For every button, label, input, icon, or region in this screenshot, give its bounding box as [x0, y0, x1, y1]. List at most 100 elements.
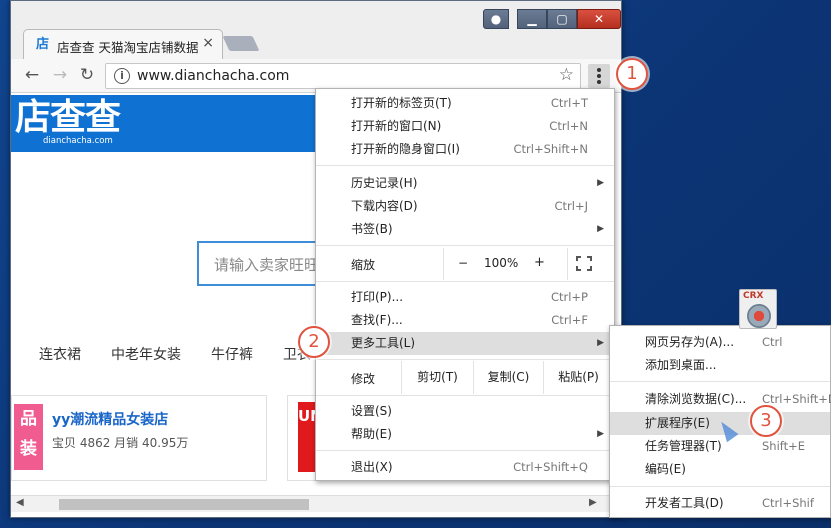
copy-button[interactable]: 复制(C): [473, 361, 543, 394]
menu-divider: [316, 281, 614, 282]
menu-item-label: 书签(B): [351, 222, 393, 236]
menu-item-label: 设置(S): [351, 404, 392, 418]
fullscreen-icon[interactable]: [576, 256, 592, 271]
maximize-button[interactable]: ▢: [547, 9, 577, 29]
menu-item-history[interactable]: 历史记录(H) ▶: [316, 172, 614, 195]
shop-name[interactable]: yy潮流精品女装店: [52, 409, 168, 429]
forward-arrow-icon[interactable]: →: [49, 64, 71, 86]
menu-item-downloads[interactable]: 下载内容(D) Ctrl+J: [316, 195, 614, 218]
step-badge-3: 3: [750, 405, 782, 437]
submenu-arrow-icon: ▶: [597, 429, 604, 439]
submenu-item-task-manager[interactable]: 任务管理器(T) Shift+E: [610, 435, 830, 458]
menu-item-label: 打开新的标签页(T): [351, 96, 452, 110]
menu-dot-icon: [597, 68, 601, 72]
category-link[interactable]: 连衣裙: [39, 344, 81, 364]
submenu-arrow-icon: ▶: [597, 224, 604, 234]
menu-divider: [316, 395, 614, 396]
menu-item-label: 查找(F)...: [351, 313, 403, 327]
menu-item-label: 添加到桌面...: [645, 358, 717, 372]
new-tab-button[interactable]: [222, 36, 260, 51]
site-info-icon[interactable]: i: [114, 68, 130, 84]
back-arrow-icon[interactable]: ←: [21, 64, 43, 86]
scroll-right-icon[interactable]: ▶: [589, 497, 597, 508]
menu-item-new-tab[interactable]: 打开新的标签页(T) Ctrl+T: [316, 92, 614, 115]
address-bar[interactable]: i www.dianchacha.com ☆: [105, 63, 581, 89]
site-logo-subtitle: dianchacha.com: [43, 136, 113, 146]
menu-item-label: 打开新的窗口(N): [351, 119, 442, 133]
reload-icon[interactable]: ↻: [76, 64, 98, 86]
menu-edit-row: 修改 剪切(T) 复制(C) 粘贴(P): [316, 361, 614, 394]
title-bar: ● ▁ ▢ ✕ 店 店查查 天猫淘宝店铺数据 ×: [11, 1, 621, 59]
menu-dot-icon: [597, 80, 601, 84]
close-window-button[interactable]: ✕: [577, 9, 621, 29]
seller-search-input[interactable]: 请输入卖家旺旺: [197, 241, 323, 286]
zoom-control: − 100% +: [443, 248, 568, 280]
menu-item-settings[interactable]: 设置(S): [316, 400, 614, 423]
menu-item-shortcut: Shift+E: [762, 439, 806, 453]
submenu-item-save-page[interactable]: 网页另存为(A)... Ctrl: [610, 331, 830, 354]
menu-item-exit[interactable]: 退出(X) Ctrl+Shift+Q: [316, 456, 614, 479]
site-favicon-icon: 店: [36, 37, 50, 52]
bookmark-star-icon[interactable]: ☆: [559, 65, 574, 85]
menu-item-label: 编码(E): [645, 462, 686, 476]
submenu-item-clear-data[interactable]: 清除浏览数据(C)... Ctrl+Shift+D: [610, 388, 831, 411]
submenu-item-add-to-desktop[interactable]: 添加到桌面...: [610, 354, 830, 377]
menu-item-incognito[interactable]: 打开新的隐身窗口(I) Ctrl+Shift+N: [316, 138, 614, 161]
chrome-main-menu: 打开新的标签页(T) Ctrl+T 打开新的窗口(N) Ctrl+N 打开新的隐…: [315, 88, 615, 481]
menu-item-label: 清除浏览数据(C)...: [645, 392, 747, 406]
search-placeholder: 请输入卖家旺旺: [214, 256, 320, 274]
zoom-out-button[interactable]: −: [458, 256, 468, 270]
menu-item-shortcut: Ctrl: [762, 335, 783, 349]
menu-item-shortcut: Ctrl+Shif: [762, 496, 814, 510]
browser-tab[interactable]: 店 店查查 天猫淘宝店铺数据 ×: [23, 29, 223, 59]
menu-item-bookmarks[interactable]: 书签(B) ▶: [316, 218, 614, 241]
menu-item-label: 扩展程序(E): [645, 416, 710, 430]
chrome-menu-button[interactable]: [588, 64, 610, 88]
step-badge-1: 1: [616, 58, 648, 90]
menu-item-new-window[interactable]: 打开新的窗口(N) Ctrl+N: [316, 115, 614, 138]
menu-zoom-row: 缩放 − 100% +: [316, 248, 614, 280]
menu-item-shortcut: Ctrl+Shift+N: [513, 142, 588, 156]
menu-item-print[interactable]: 打印(P)... Ctrl+P: [316, 286, 614, 309]
zoom-level: 100%: [484, 256, 519, 270]
shop-thumbnail[interactable]: 品装: [14, 404, 43, 470]
scroll-left-icon[interactable]: ◀: [16, 497, 24, 508]
menu-item-help[interactable]: 帮助(E) ▶: [316, 423, 614, 446]
shop-card[interactable]: 品装 yy潮流精品女装店 宝贝 4862 月销 40.95万: [11, 395, 267, 481]
menu-divider: [316, 450, 614, 451]
menu-item-shortcut: Ctrl+N: [549, 119, 588, 133]
url-text[interactable]: www.dianchacha.com: [137, 68, 289, 84]
shop-stats: 宝贝 4862 月销 40.95万: [52, 436, 189, 450]
crx-file-icon[interactable]: CRX: [739, 289, 777, 329]
menu-item-shortcut: Ctrl+Shift+Q: [513, 460, 588, 474]
menu-item-more-tools[interactable]: 更多工具(L) ▶: [316, 332, 614, 355]
category-link[interactable]: 牛仔裤: [211, 344, 253, 364]
scrollbar-thumb[interactable]: [59, 499, 309, 510]
gear-icon: [747, 304, 771, 328]
user-icon[interactable]: ●: [483, 9, 509, 29]
zoom-in-button[interactable]: +: [534, 255, 545, 270]
menu-item-label: 打印(P)...: [351, 290, 404, 304]
menu-item-label: 打开新的隐身窗口(I): [351, 142, 460, 156]
submenu-item-encoding[interactable]: 编码(E): [610, 458, 830, 481]
minimize-button[interactable]: ▁: [517, 9, 547, 29]
menu-divider: [610, 486, 830, 487]
menu-item-shortcut: Ctrl+J: [554, 199, 589, 213]
submenu-arrow-icon: ▶: [597, 338, 604, 348]
site-logo[interactable]: 店查查: [15, 97, 121, 139]
menu-item-label: 任务管理器(T): [645, 439, 722, 453]
step-badge-2: 2: [298, 326, 330, 358]
close-tab-icon[interactable]: ×: [202, 35, 214, 51]
menu-item-label: 帮助(E): [351, 427, 392, 441]
category-link[interactable]: 中老年女装: [111, 344, 181, 364]
horizontal-scrollbar[interactable]: ◀ ▶: [11, 495, 621, 512]
menu-divider: [316, 245, 614, 246]
shop-card[interactable]: UN: [287, 395, 323, 481]
menu-item-shortcut: Ctrl+F: [551, 313, 588, 327]
submenu-item-developer-tools[interactable]: 开发者工具(D) Ctrl+Shif: [610, 492, 830, 515]
cut-button[interactable]: 剪切(T): [401, 361, 473, 394]
paste-button[interactable]: 粘贴(P): [543, 361, 613, 394]
menu-item-find[interactable]: 查找(F)... Ctrl+F: [316, 309, 614, 332]
edit-label: 修改: [351, 372, 376, 386]
menu-divider: [316, 165, 614, 166]
